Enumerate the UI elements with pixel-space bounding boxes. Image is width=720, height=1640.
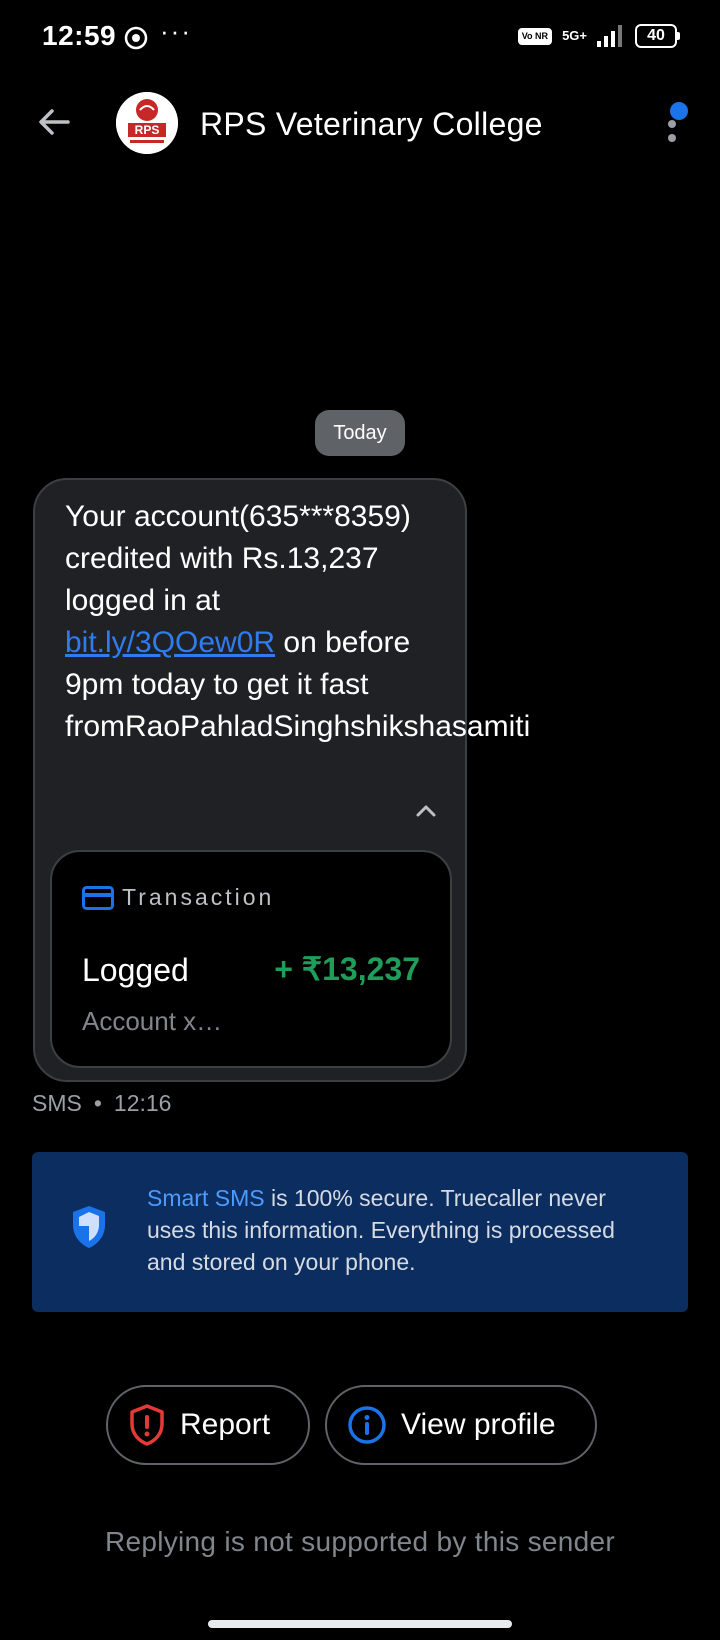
transaction-status: Logged — [82, 952, 189, 988]
more-options-icon[interactable] — [662, 102, 688, 150]
message-text: Your account(635***8359) credited with R… — [65, 496, 530, 748]
sender-name: RPS Veterinary College — [200, 106, 543, 142]
transaction-card[interactable]: Transaction Logged + ₹13,237 Account x… — [50, 850, 452, 1068]
status-bar: 12:59 ··· Vo NR 5G+ 40 — [0, 0, 720, 78]
whatsapp-icon — [124, 26, 148, 55]
reply-not-supported-note: Replying is not supported by this sender — [104, 1526, 616, 1557]
meta-separator: • — [93, 1090, 102, 1116]
avatar-text: RPS — [135, 123, 160, 137]
security-info-banner: Smart SMS is 100% secure. Truecaller nev… — [32, 1152, 688, 1312]
battery-level: 40 — [635, 24, 677, 48]
transaction-label: Transaction — [122, 884, 275, 910]
report-shield-icon — [130, 1404, 164, 1446]
volte-icon: Vo NR — [517, 27, 553, 45]
status-time: 12:59 — [42, 20, 117, 51]
message-bubble[interactable]: Your account(635***8359) credited with R… — [33, 478, 530, 1082]
message-time: 12:16 — [113, 1090, 172, 1116]
transaction-account: Account x… — [82, 1006, 223, 1036]
battery-icon: 40 — [635, 24, 680, 48]
info-icon — [348, 1406, 386, 1444]
smart-sms-link[interactable]: Smart SMS — [147, 1185, 265, 1211]
sender-avatar[interactable]: RPS — [116, 92, 178, 154]
collapse-chevron-icon[interactable] — [413, 798, 439, 829]
status-icons: Vo NR 5G+ 40 — [517, 24, 680, 48]
card-icon — [82, 885, 114, 910]
date-chip: Today — [315, 410, 405, 456]
home-indicator[interactable] — [208, 1620, 512, 1628]
more-notifications-icon: ··· — [160, 16, 192, 46]
message-link[interactable]: bit.ly/3QOew0R — [65, 626, 275, 659]
view-profile-button[interactable]: View profile — [325, 1385, 597, 1465]
view-profile-label: View profile — [401, 1408, 556, 1441]
report-button[interactable]: Report — [106, 1385, 310, 1465]
signal-icon — [597, 25, 622, 47]
message-text-part: Your account(635***8359) credited with R… — [65, 500, 411, 617]
report-label: Report — [180, 1408, 271, 1441]
conversation-header: RPS RPS Veterinary College — [0, 80, 720, 170]
transaction-amount: + ₹13,237 — [274, 951, 420, 987]
message-meta: SMS • 12:16 — [32, 1090, 171, 1117]
transaction-header: Transaction — [82, 884, 274, 911]
message-channel: SMS — [32, 1090, 82, 1116]
network-type: 5G+ — [562, 28, 587, 43]
security-info-text: Smart SMS is 100% secure. Truecaller nev… — [147, 1182, 657, 1278]
shield-icon — [70, 1204, 108, 1255]
back-arrow-icon[interactable] — [34, 102, 74, 147]
